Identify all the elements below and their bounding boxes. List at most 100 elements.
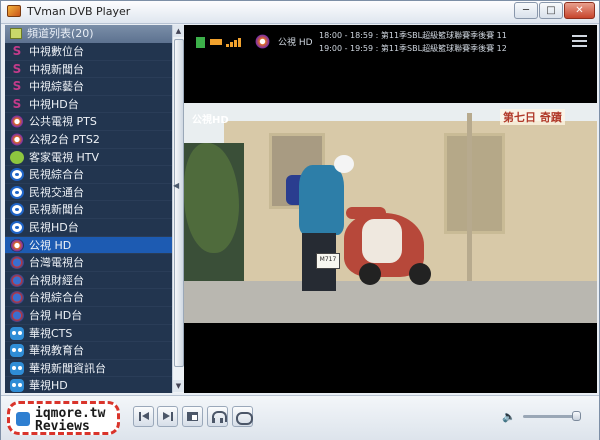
- channel-name: 民視綜合台: [29, 168, 84, 182]
- cts-icon: [10, 344, 24, 358]
- channel-item[interactable]: 民視綜合台: [5, 166, 172, 184]
- person-helmet: [334, 155, 354, 173]
- hakka-icon: [10, 150, 24, 164]
- volume-knob[interactable]: [572, 411, 582, 421]
- maximize-button[interactable]: □: [539, 2, 563, 19]
- channel-item[interactable]: S 中視綜藝台: [5, 78, 172, 96]
- scene-window: [444, 133, 505, 234]
- channel-item[interactable]: 華視HD: [5, 377, 172, 393]
- scroll-thumb[interactable]: [174, 39, 184, 367]
- osd-channel-name: 公視 HD: [278, 38, 313, 48]
- pts-icon: [10, 115, 24, 129]
- channel-item[interactable]: 華視教育台: [5, 342, 172, 360]
- channel-list: S 中視數位台 S 中視新聞台 S 中視綜藝台 S 中視HD台 公共電視 PTS 公視2台 PTS…: [5, 43, 172, 393]
- channel-item[interactable]: 華視新聞資訊台: [5, 359, 172, 378]
- channel-item[interactable]: 公視 HD: [5, 236, 172, 255]
- app-icon[interactable]: [7, 5, 21, 17]
- cts-icon: [10, 326, 24, 340]
- channel-item[interactable]: 台視綜合台: [5, 289, 172, 307]
- osd-info-bar: 公視 HD 18:00 - 18:59 : 第11季SBL超級籃球聯賽季後賽 1…: [184, 25, 597, 75]
- channel-name: 台視財經台: [29, 273, 84, 287]
- scroll-down-button[interactable]: ▼: [173, 380, 184, 392]
- video-panel[interactable]: 公視 HD 18:00 - 18:59 : 第11季SBL超級籃球聯賽季後賽 1…: [184, 25, 597, 393]
- channel-name: 公視2台 PTS2: [29, 132, 100, 146]
- channel-item[interactable]: 民視新聞台: [5, 201, 172, 219]
- channel-name: 台視綜合台: [29, 291, 84, 305]
- person-jacket: [299, 165, 344, 235]
- channel-item[interactable]: 台視 HD台: [5, 306, 172, 325]
- minimize-button[interactable]: ─: [514, 2, 538, 19]
- channel-name: 公視 HD: [29, 238, 72, 252]
- watermark-line2: Reviews: [35, 419, 90, 434]
- channel-name: 台視 HD台: [29, 308, 83, 322]
- pts-icon: [10, 132, 24, 146]
- close-button[interactable]: ✕: [564, 2, 595, 19]
- s-icon: S: [12, 96, 22, 111]
- channel-item[interactable]: S 中視新聞台: [5, 60, 172, 79]
- channel-name: 中視綜藝台: [29, 80, 84, 94]
- channel-item[interactable]: 民視交通台: [5, 183, 172, 202]
- ttv-icon: [10, 256, 24, 270]
- battery-icon: [210, 39, 222, 45]
- channel-item[interactable]: S 中視HD台: [5, 95, 172, 114]
- channel-item[interactable]: 華視CTS: [5, 324, 172, 343]
- s-icon: S: [12, 79, 22, 94]
- channel-item[interactable]: 公共電視 PTS: [5, 113, 172, 131]
- channel-name: 公共電視 PTS: [29, 115, 97, 129]
- channel-name: 民視交通台: [29, 185, 84, 199]
- channel-list-icon: [10, 28, 22, 39]
- eye-icon: [10, 168, 24, 182]
- next-channel-button[interactable]: [157, 406, 178, 427]
- scroll-up-button[interactable]: ▲: [173, 25, 184, 37]
- channel-name: 華視CTS: [29, 326, 73, 340]
- collapse-sidebar-arrow[interactable]: ◀: [173, 181, 179, 190]
- scooter-wheel: [409, 263, 431, 285]
- scooter-front: [362, 219, 402, 263]
- program-title: 第七日 奇蹟: [500, 109, 565, 125]
- channel-logo-icon: [254, 33, 271, 50]
- speaker-icon[interactable]: 🔈: [502, 410, 516, 423]
- channel-name: 民視HD台: [29, 220, 79, 234]
- epg-next: 19:00 - 19:59 : 第11季SBL超級籃球聯賽季後賽 12: [319, 44, 507, 53]
- scene-pipe: [467, 113, 472, 293]
- cts-icon: [10, 379, 24, 393]
- control-bar: iqmore.tw Reviews 🔈: [1, 395, 599, 440]
- channel-name: 中視新聞台: [29, 62, 84, 76]
- menu-icon[interactable]: [572, 35, 587, 47]
- channel-name: 華視教育台: [29, 344, 84, 358]
- channel-item[interactable]: 台灣電視台: [5, 254, 172, 272]
- channel-item[interactable]: 客家電視 HTV: [5, 148, 172, 167]
- channel-list-title: 頻道列表(20): [27, 27, 94, 40]
- signal-lock-icon: [196, 37, 205, 48]
- watermark-icon: [16, 412, 30, 426]
- app-window: TVman DVB Player ─ □ ✕ 頻道列表(20) S 中視數位台 S 中…: [0, 0, 600, 440]
- video-frame: M717 公視HD 第七日 奇蹟: [184, 103, 597, 323]
- channel-scrollbar[interactable]: ▲ ▼: [172, 25, 184, 393]
- cts-icon: [10, 361, 24, 375]
- headphones-icon[interactable]: [207, 406, 228, 427]
- channel-sidebar: 頻道列表(20) S 中視數位台 S 中視新聞台 S 中視綜藝台 S 中視HD台 公共電視 PT…: [5, 25, 172, 393]
- channel-item[interactable]: S 中視數位台: [5, 43, 172, 61]
- pip-button[interactable]: [182, 406, 203, 427]
- eye-icon: [10, 185, 24, 199]
- previous-channel-button[interactable]: [133, 406, 154, 427]
- ttv-icon: [10, 308, 24, 322]
- scene-ground: [184, 281, 597, 323]
- pts-icon: [10, 238, 24, 252]
- channel-name: 民視新聞台: [29, 203, 84, 217]
- channel-item[interactable]: 台視財經台: [5, 271, 172, 290]
- s-icon: S: [12, 61, 22, 76]
- channel-name: 中視HD台: [29, 97, 79, 111]
- ttv-icon: [10, 273, 24, 287]
- epg-current: 18:00 - 18:59 : 第11季SBL超級籃球聯賽季後賽 11: [319, 31, 507, 40]
- eye-icon: [10, 203, 24, 217]
- channel-name: 台灣電視台: [29, 256, 84, 270]
- channel-item[interactable]: 公視2台 PTS2: [5, 130, 172, 149]
- eye-icon: [10, 220, 24, 234]
- license-plate: M717: [316, 253, 340, 269]
- subtitle-button[interactable]: [232, 406, 253, 427]
- title-bar[interactable]: TVman DVB Player ─ □ ✕: [1, 1, 599, 24]
- ttv-icon: [10, 291, 24, 305]
- channel-list-header[interactable]: 頻道列表(20): [5, 25, 172, 43]
- channel-item[interactable]: 民視HD台: [5, 218, 172, 237]
